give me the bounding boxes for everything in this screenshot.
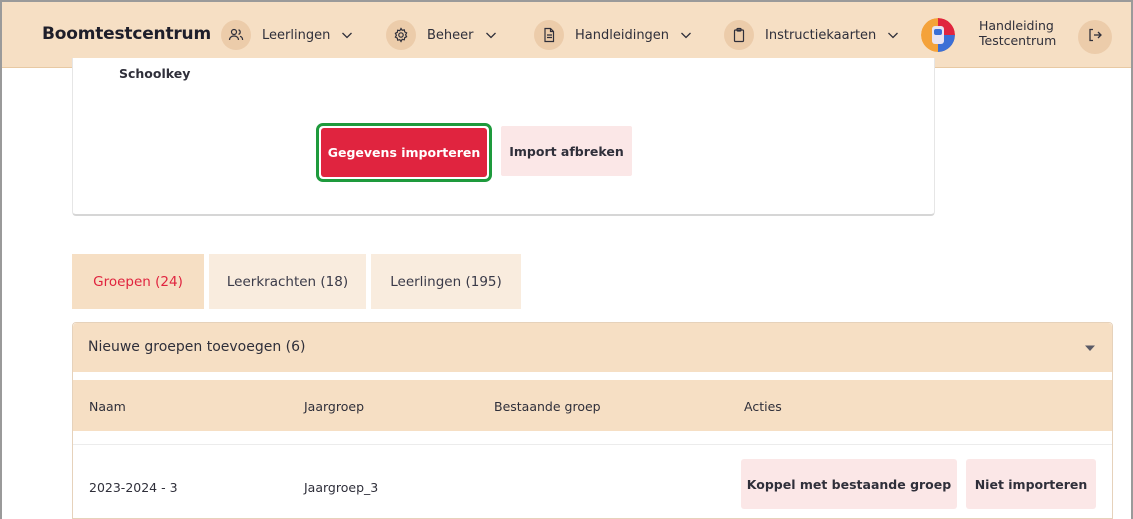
nav-leerlingen[interactable]: Leerlingen	[221, 20, 353, 50]
abort-import-button[interactable]: Import afbreken	[501, 126, 632, 176]
users-icon	[221, 20, 251, 50]
chevron-down-icon[interactable]	[1083, 340, 1097, 354]
gear-icon	[386, 20, 416, 50]
clipboard-icon	[724, 20, 754, 50]
tab-leerlingen[interactable]: Leerlingen (195)	[371, 254, 521, 309]
user-name-line1: Handleiding	[979, 18, 1054, 33]
nav-handleidingen[interactable]: Handleidingen	[534, 20, 692, 50]
nav-beheer[interactable]: Beheer	[386, 20, 497, 50]
import-card: Schoolkey Gegevens importeren Import afb…	[72, 58, 935, 216]
cell-jaargroep: Jaargroep_3	[304, 480, 379, 495]
column-header-acties: Acties	[744, 399, 782, 414]
section-header[interactable]: Nieuwe groepen toevoegen (6)	[73, 323, 1112, 372]
row-divider	[73, 444, 1112, 445]
column-header-bestaande-groep: Bestaande groep	[494, 399, 601, 414]
nav-label: Instructiekaarten	[765, 27, 877, 43]
tab-leerkrachten[interactable]: Leerkrachten (18)	[209, 254, 366, 309]
chevron-down-icon	[680, 29, 692, 41]
chevron-down-icon	[485, 29, 497, 41]
table-header: Naam Jaargroep Bestaande groep Acties	[73, 380, 1112, 431]
column-header-naam: Naam	[89, 399, 126, 414]
nav-label: Handleidingen	[575, 27, 670, 43]
column-header-jaargroep: Jaargroep	[304, 399, 364, 414]
nav-label: Beheer	[427, 27, 474, 43]
school-label: Schoolkey	[119, 66, 191, 81]
tab-groepen[interactable]: Groepen (24)	[72, 254, 204, 309]
avatar[interactable]	[921, 18, 955, 52]
logout-icon	[1087, 27, 1103, 47]
chevron-down-icon	[341, 29, 353, 41]
user-name[interactable]: Handleiding Testcentrum	[979, 18, 1059, 48]
nav-instructiekaarten[interactable]: Instructiekaarten	[724, 20, 899, 50]
import-data-button[interactable]: Gegevens importeren	[321, 128, 487, 177]
skip-import-button[interactable]: Niet importeren	[966, 459, 1096, 509]
window-frame-left	[0, 0, 2, 519]
logout-button[interactable]	[1078, 20, 1112, 54]
cell-naam: 2023-2024 - 3	[89, 480, 178, 495]
brand-logo[interactable]: Boomtestcentrum	[42, 24, 211, 44]
chevron-down-icon	[887, 29, 899, 41]
new-groups-section: Nieuwe groepen toevoegen (6) Naam Jaargr…	[72, 322, 1113, 519]
nav-label: Leerlingen	[262, 27, 331, 43]
document-icon	[534, 20, 564, 50]
section-title: Nieuwe groepen toevoegen (6)	[88, 339, 306, 355]
link-existing-group-button[interactable]: Koppel met bestaande groep	[741, 459, 957, 509]
user-name-line2: Testcentrum	[979, 33, 1057, 48]
